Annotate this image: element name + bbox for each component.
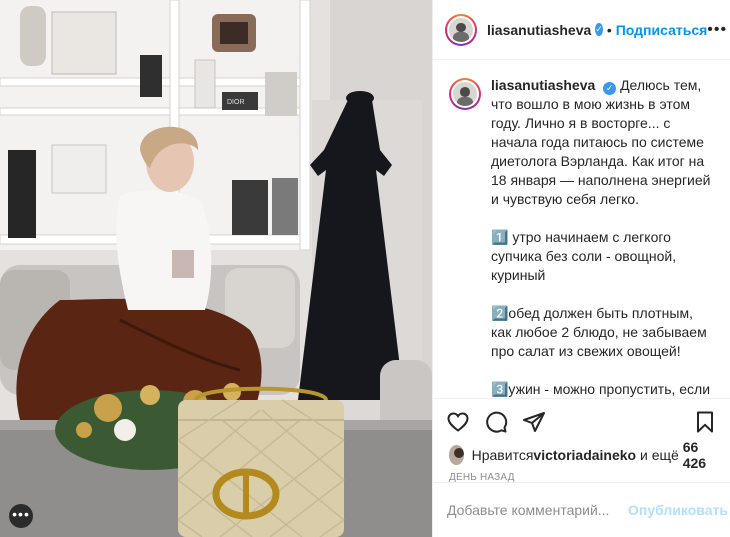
bookmark-icon[interactable] xyxy=(692,409,718,435)
header-dot-separator: • xyxy=(606,21,612,38)
follow-button[interactable]: Подписаться xyxy=(616,22,708,38)
heart-icon[interactable] xyxy=(445,409,471,435)
caption-paragraph-2: 1️⃣ утро начинаем с легкого супчика без … xyxy=(491,229,677,283)
likes-prefix: Нравится xyxy=(471,447,534,463)
photo-options-dots: ••• xyxy=(12,506,30,522)
likes-count[interactable]: 66 426 xyxy=(683,439,714,471)
post-sidebar: liasanutiasheva ✓ • Подписаться ••• lias… xyxy=(432,0,730,537)
comment-input[interactable] xyxy=(447,502,628,518)
comment-box: Опубликовать xyxy=(433,482,730,537)
caption-verified-icon: ✓ xyxy=(603,82,617,95)
publish-button[interactable]: Опубликовать xyxy=(628,502,728,518)
comment-icon[interactable] xyxy=(483,409,509,435)
post-header: liasanutiasheva ✓ • Подписаться ••• xyxy=(433,0,730,60)
header-username[interactable]: liasanutiasheva xyxy=(487,22,591,38)
caption-avatar[interactable] xyxy=(449,78,481,110)
post-photo[interactable]: DIOR ••• xyxy=(0,0,432,537)
caption-row: liasanutiasheva ✓ Делюсь тем, что вошло … xyxy=(449,76,714,398)
header-avatar[interactable] xyxy=(445,13,477,46)
caption-text: liasanutiasheva ✓ Делюсь тем, что вошло … xyxy=(491,76,714,398)
avatar-image xyxy=(449,17,473,42)
verified-badge-icon: ✓ xyxy=(595,23,603,36)
action-bar xyxy=(433,398,730,444)
caption-area: liasanutiasheva ✓ Делюсь тем, что вошло … xyxy=(433,60,730,398)
shelf-book-text: DIOR xyxy=(227,99,245,106)
likes-row: Нравится victoriadaineko и ещё 66 426 xyxy=(433,439,730,471)
share-icon[interactable] xyxy=(521,409,547,435)
likes-middle: и ещё xyxy=(636,447,683,463)
liker-username[interactable]: victoriadaineko xyxy=(533,447,636,463)
caption-username[interactable]: liasanutiasheva xyxy=(491,77,595,93)
caption-paragraph-4: 3️⃣ужин - можно пропустить, если не чувс… xyxy=(491,381,711,397)
liker-avatar[interactable] xyxy=(449,445,464,465)
caption-paragraph-3: 2️⃣обед должен быть плотным, как любое 2… xyxy=(491,305,707,359)
photo-options-button[interactable]: ••• xyxy=(9,504,33,528)
caption-paragraph-1-text: Делюсь тем, что вошло в мою жизнь в этом… xyxy=(491,77,711,207)
caption-paragraph-1: liasanutiasheva ✓ Делюсь тем, что вошло … xyxy=(491,76,714,209)
caption-avatar-image xyxy=(453,82,477,106)
post-image: DIOR xyxy=(0,0,432,537)
more-options-icon[interactable]: ••• xyxy=(707,21,727,39)
